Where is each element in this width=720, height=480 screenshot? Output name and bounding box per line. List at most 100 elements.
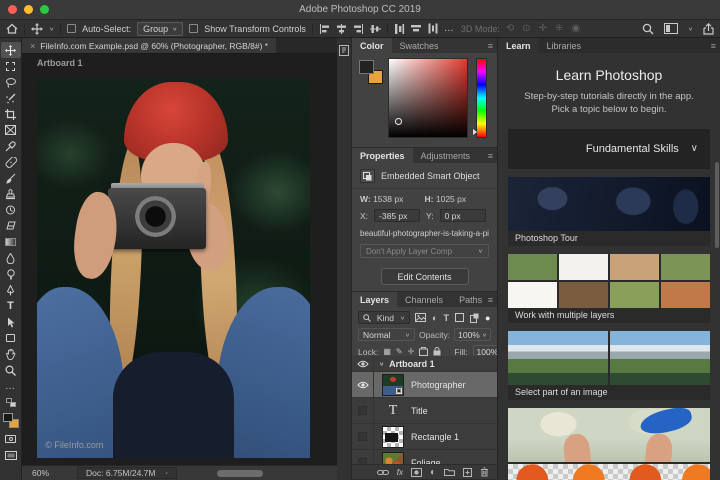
brush-tool[interactable] xyxy=(1,170,21,186)
tab-adjustments[interactable]: Adjustments xyxy=(413,148,479,163)
color-field[interactable] xyxy=(388,58,468,138)
layer-thumbnail-type[interactable]: T xyxy=(382,400,404,422)
layer-row-title[interactable]: T Title xyxy=(352,398,497,424)
screen-mode-button[interactable] xyxy=(1,447,21,463)
filter-adjustment-icon[interactable]: ◐ xyxy=(432,313,437,323)
history-brush-tool[interactable] xyxy=(1,202,21,218)
color-swatches[interactable] xyxy=(2,413,19,428)
show-transform-checkbox[interactable] xyxy=(189,24,199,33)
tab-channels[interactable]: Channels xyxy=(397,292,451,307)
panel-menu-icon[interactable]: ≡ xyxy=(488,148,493,163)
distribute-v-icon[interactable] xyxy=(394,23,405,34)
close-tab-icon[interactable]: × xyxy=(30,41,35,51)
tab-paths[interactable]: Paths xyxy=(451,292,490,307)
foreground-color-swatch[interactable] xyxy=(2,413,13,422)
layer-comp-dropdown[interactable]: Don't Apply Layer Comp ∨ xyxy=(360,244,489,258)
delete-layer-icon[interactable] xyxy=(480,467,489,477)
filter-toggle-icon[interactable]: ● xyxy=(485,313,490,323)
opacity-input[interactable]: 100% ∨ xyxy=(454,328,491,341)
blur-tool[interactable] xyxy=(1,250,21,266)
clone-stamp-tool[interactable] xyxy=(1,186,21,202)
layer-mask-icon[interactable] xyxy=(411,468,422,477)
move-tool-icon[interactable] xyxy=(31,22,43,35)
lock-pixels-icon[interactable]: ✎ xyxy=(396,347,403,356)
share-icon[interactable] xyxy=(703,23,714,35)
move-tool[interactable] xyxy=(0,42,21,58)
blend-mode-dropdown[interactable]: Normal ∨ xyxy=(358,328,415,341)
visibility-toggle[interactable] xyxy=(352,398,374,423)
layer-row-foliage[interactable]: ▣ Foliage xyxy=(352,450,497,464)
edit-toolbar-icon[interactable]: … xyxy=(1,378,21,394)
tutorial-card-photoshop-tour[interactable]: Photoshop Tour xyxy=(508,176,710,246)
visibility-toggle[interactable] xyxy=(352,450,374,464)
hue-slider[interactable] xyxy=(473,58,487,138)
adjustment-layer-icon[interactable]: ◐ xyxy=(430,467,436,478)
crop-tool[interactable] xyxy=(1,106,21,122)
tab-color[interactable]: Color xyxy=(352,38,392,53)
search-icon[interactable] xyxy=(642,23,654,35)
layer-thumbnail[interactable]: ▣ xyxy=(382,373,404,396)
default-colors-icon[interactable] xyxy=(1,394,21,410)
y-input[interactable]: 0 px xyxy=(439,209,486,222)
hue-slider-marker[interactable] xyxy=(473,129,477,135)
lock-transparency-icon[interactable]: ▦ xyxy=(383,347,391,356)
path-selection-tool[interactable] xyxy=(1,314,21,330)
3d-orbit-icon[interactable]: ⟲ xyxy=(506,23,514,34)
distribute-spacing-icon[interactable] xyxy=(428,23,438,34)
new-layer-icon[interactable] xyxy=(463,468,472,477)
filter-kind-dropdown[interactable]: Kind ∨ xyxy=(358,311,410,324)
document-tab[interactable]: × FileInfo.com Example.psd @ 60% (Photog… xyxy=(22,38,277,53)
3d-pan-icon[interactable]: ✛ xyxy=(539,23,547,34)
visibility-toggle[interactable] xyxy=(352,356,374,371)
new-group-icon[interactable] xyxy=(444,468,455,476)
magic-wand-tool[interactable] xyxy=(1,90,21,106)
tutorial-card-multiple-layers[interactable]: Work with multiple layers xyxy=(508,253,710,323)
lock-artboard-icon[interactable] xyxy=(419,347,428,356)
layer-thumbnail[interactable]: ▣ xyxy=(382,451,404,464)
eyedropper-tool[interactable] xyxy=(1,138,21,154)
panel-menu-icon[interactable]: ≡ xyxy=(488,292,493,307)
chevron-right-icon[interactable]: › xyxy=(165,471,167,476)
lasso-tool[interactable] xyxy=(1,74,21,90)
tab-learn[interactable]: Learn xyxy=(498,38,539,53)
tab-swatches[interactable]: Swatches xyxy=(392,38,447,53)
vertical-scrollbar-thumb[interactable] xyxy=(715,162,719,248)
panel-menu-icon[interactable]: ≡ xyxy=(711,38,716,53)
artboard-label[interactable]: Artboard 1 xyxy=(37,58,83,68)
3d-roll-icon[interactable]: ⊙ xyxy=(522,23,530,34)
quick-mask-button[interactable] xyxy=(1,431,21,447)
edit-contents-button[interactable]: Edit Contents xyxy=(380,268,469,285)
pen-tool[interactable] xyxy=(1,282,21,298)
canvas[interactable]: Artboard 1 © FileInfo.com xyxy=(22,54,337,465)
eraser-tool[interactable] xyxy=(1,218,21,234)
layer-thumbnail[interactable] xyxy=(382,425,404,448)
layer-style-icon[interactable]: fx xyxy=(397,468,403,477)
tab-layers[interactable]: Layers xyxy=(352,292,398,307)
marquee-tool[interactable] xyxy=(1,58,21,74)
gradient-tool[interactable] xyxy=(1,234,21,250)
filter-smart-object-icon[interactable] xyxy=(470,313,479,323)
chevron-down-icon[interactable]: ∨ xyxy=(691,143,698,154)
zoom-tool[interactable] xyxy=(1,362,21,378)
zoom-level[interactable]: 60% xyxy=(32,468,49,478)
align-left-icon[interactable] xyxy=(319,24,330,34)
foreground-color-swatch[interactable] xyxy=(359,60,374,74)
visibility-toggle[interactable] xyxy=(352,372,374,397)
link-layers-icon[interactable] xyxy=(377,469,389,476)
layer-name[interactable]: Photographer xyxy=(411,380,466,390)
dodge-tool[interactable] xyxy=(1,266,21,282)
x-input[interactable]: -385 px xyxy=(374,209,421,222)
layer-row-rectangle[interactable]: Rectangle 1 xyxy=(352,424,497,450)
layer-name[interactable]: Title xyxy=(411,406,428,416)
align-center-h-icon[interactable] xyxy=(336,24,347,34)
healing-brush-tool[interactable] xyxy=(1,154,21,170)
document-size[interactable]: Doc: 6.75M/24.7M › xyxy=(77,467,177,479)
panel-menu-icon[interactable]: ≡ xyxy=(488,38,493,53)
collapsed-panel-icon[interactable] xyxy=(339,45,349,56)
chevron-down-icon[interactable]: ∨ xyxy=(688,26,693,31)
chevron-down-icon[interactable]: ∨ xyxy=(379,361,384,366)
more-options-icon[interactable]: … xyxy=(444,23,455,34)
3d-camera-icon[interactable]: ◉ xyxy=(571,23,580,34)
workspace-switcher-icon[interactable] xyxy=(664,23,678,34)
lock-all-icon[interactable] xyxy=(433,347,441,356)
